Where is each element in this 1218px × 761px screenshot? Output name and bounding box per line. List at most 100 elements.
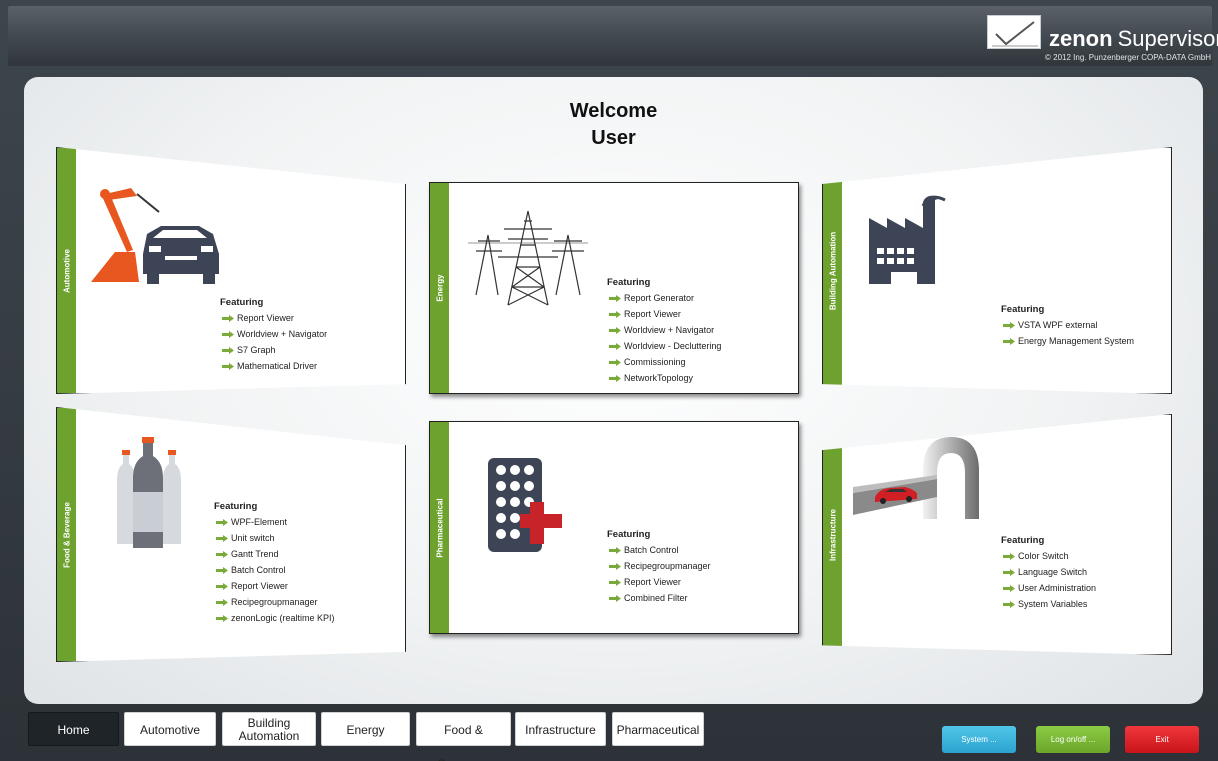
tab-home[interactable]: Home bbox=[28, 712, 119, 746]
tunnel-car-icon bbox=[853, 431, 1003, 531]
card-label: Pharmaceutical bbox=[435, 497, 444, 558]
feature-item: Unit switch bbox=[214, 530, 335, 546]
feature-item: Recipegroupmanager bbox=[214, 594, 335, 610]
tab-automotive[interactable]: Automotive bbox=[124, 712, 216, 746]
arrow-right-icon bbox=[609, 343, 621, 350]
card-building-automation[interactable]: Building Automation Featuring VSTA WPF e… bbox=[822, 147, 1172, 394]
feature-item: S7 Graph bbox=[220, 342, 327, 358]
feature-item: VSTA WPF external bbox=[1001, 317, 1134, 333]
log-on-off-button[interactable]: Log on/off ... bbox=[1036, 726, 1110, 753]
card-food-beverage[interactable]: Food & Beverage Featuring WPF-Element Un… bbox=[56, 407, 406, 662]
tab-energy[interactable]: Energy bbox=[321, 712, 410, 746]
card-band: Energy bbox=[430, 183, 449, 393]
card-band: Pharmaceutical bbox=[430, 422, 449, 633]
feature-list: Featuring WPF-Element Unit switch Gantt … bbox=[214, 501, 335, 626]
feature-item: Mathematical Driver bbox=[220, 358, 327, 374]
feature-item: Language Switch bbox=[1001, 564, 1096, 580]
feature-text: Mathematical Driver bbox=[237, 361, 318, 371]
card-band: Building Automation bbox=[823, 148, 842, 393]
feature-item: Report Generator bbox=[607, 290, 721, 306]
tab-pharmaceutical[interactable]: Pharmaceutical bbox=[612, 712, 704, 746]
card-label: Infrastructure bbox=[828, 508, 837, 561]
brand-bold: zenon bbox=[1049, 26, 1113, 51]
feature-text: Color Switch bbox=[1018, 551, 1069, 561]
featuring-title: Featuring bbox=[607, 529, 651, 540]
featuring-title: Featuring bbox=[1001, 535, 1045, 546]
arrow-right-icon bbox=[222, 315, 234, 322]
arrow-right-icon bbox=[222, 331, 234, 338]
card-pharmaceutical[interactable]: Pharmaceutical Featuring Batch Control R… bbox=[429, 421, 799, 634]
arrow-right-icon bbox=[222, 363, 234, 370]
feature-item: Report Viewer bbox=[220, 310, 327, 326]
arrow-right-icon bbox=[1003, 322, 1015, 329]
tab-food-beverage[interactable]: Food & Beverage bbox=[416, 712, 511, 761]
card-label: Building Automation bbox=[828, 231, 837, 310]
feature-item: Color Switch bbox=[1001, 548, 1096, 564]
arrow-right-icon bbox=[609, 359, 621, 366]
feature-text: Report Viewer bbox=[231, 581, 288, 591]
feature-text: S7 Graph bbox=[237, 345, 276, 355]
power-pylon-icon bbox=[468, 207, 588, 312]
card-automotive[interactable]: Automotive Featuring Report Viewer World… bbox=[56, 147, 406, 394]
feature-text: Language Switch bbox=[1018, 567, 1088, 577]
feature-item: Recipegroupmanager bbox=[607, 558, 711, 574]
arrow-right-icon bbox=[1003, 601, 1015, 608]
arrow-right-icon bbox=[216, 551, 228, 558]
arrow-right-icon bbox=[216, 583, 228, 590]
feature-item: Gantt Trend bbox=[214, 546, 335, 562]
welcome-line: Welcome bbox=[569, 100, 658, 122]
header-bar: zenon Supervisor © 2012 Ing. Punzenberger… bbox=[8, 6, 1218, 66]
arrow-right-icon bbox=[609, 375, 621, 382]
feature-item: zenonLogic (realtime KPI) bbox=[214, 610, 335, 626]
feature-text: VSTA WPF external bbox=[1018, 320, 1098, 330]
tab-infrastructure[interactable]: Infrastructure bbox=[515, 712, 606, 746]
feature-text: Worldview - Decluttering bbox=[624, 341, 722, 351]
arrow-right-icon bbox=[216, 519, 228, 526]
card-energy[interactable]: Energy Featuring Report Generator Report… bbox=[429, 182, 799, 394]
system-button[interactable]: System ... bbox=[942, 726, 1016, 753]
arrow-right-icon bbox=[609, 579, 621, 586]
feature-item: WPF-Element bbox=[214, 514, 335, 530]
bottles-icon bbox=[111, 436, 187, 557]
feature-text: Recipegroupmanager bbox=[231, 597, 318, 607]
pill-pack-icon bbox=[486, 456, 566, 561]
feature-text: Report Viewer bbox=[624, 577, 681, 587]
card-label: Food & Beverage bbox=[62, 501, 71, 568]
featuring-title: Featuring bbox=[607, 277, 651, 288]
feature-text: Batch Control bbox=[231, 565, 286, 575]
arrow-right-icon bbox=[609, 595, 621, 602]
feature-text: Worldview + Navigator bbox=[624, 325, 715, 335]
copyright-text: © 2012 Ing. Punzenberger COPA-DATA GmbH bbox=[1045, 53, 1211, 62]
exit-button[interactable]: Exit bbox=[1125, 726, 1199, 753]
arrow-right-icon bbox=[609, 563, 621, 570]
arrow-right-icon bbox=[1003, 569, 1015, 576]
feature-text: Batch Control bbox=[624, 545, 679, 555]
card-label: Automotive bbox=[62, 248, 71, 293]
arrow-right-icon bbox=[216, 535, 228, 542]
tab-building-automation[interactable]: Building Automation bbox=[222, 712, 316, 746]
arrow-right-icon bbox=[609, 295, 621, 302]
feature-text: Combined Filter bbox=[624, 593, 688, 603]
feature-text: Unit switch bbox=[231, 533, 275, 543]
brand-title: zenon Supervisor bbox=[1049, 28, 1218, 50]
feature-item: Batch Control bbox=[607, 542, 711, 558]
arrow-right-icon bbox=[1003, 585, 1015, 592]
arrow-right-icon bbox=[1003, 553, 1015, 560]
arrow-right-icon bbox=[609, 311, 621, 318]
arrow-right-icon bbox=[216, 615, 228, 622]
feature-list: Featuring VSTA WPF external Energy Manag… bbox=[1001, 304, 1134, 349]
feature-item: Batch Control bbox=[214, 562, 335, 578]
factory-icon bbox=[863, 188, 953, 293]
arrow-right-icon bbox=[609, 327, 621, 334]
feature-list: Featuring Color Switch Language Switch U… bbox=[1001, 535, 1096, 612]
feature-text: Commissioning bbox=[624, 357, 686, 367]
feature-item: Worldview + Navigator bbox=[607, 322, 721, 338]
brand-rest: Supervisor bbox=[1117, 26, 1218, 51]
feature-text: Report Viewer bbox=[237, 313, 294, 323]
card-infrastructure[interactable]: Infrastructure Featuring Color Switch La… bbox=[822, 414, 1172, 655]
arrow-right-icon bbox=[216, 599, 228, 606]
feature-item: Worldview - Decluttering bbox=[607, 338, 721, 354]
feature-text: Energy Management System bbox=[1018, 336, 1135, 346]
feature-text: Gantt Trend bbox=[231, 549, 279, 559]
zenon-logo-icon bbox=[987, 15, 1041, 49]
